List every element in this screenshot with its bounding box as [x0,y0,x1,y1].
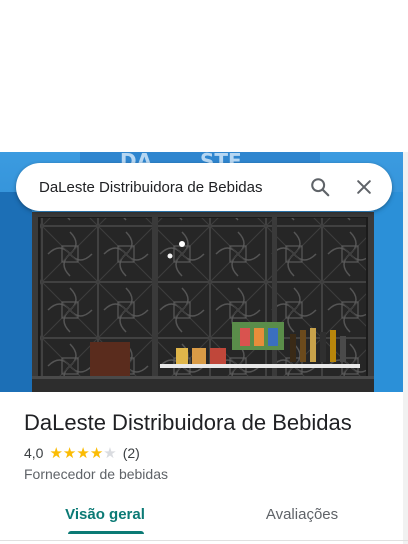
star-rating: ★ ★ ★ ★ ★ [49,446,116,461]
active-tab-indicator [68,531,144,534]
close-icon[interactable] [344,167,384,207]
tab-overview[interactable]: Visão geral [52,494,158,534]
rating-value: 4,0 [24,445,44,461]
search-input[interactable]: DaLeste Distribuidora de Bebidas [39,179,300,196]
search-bar[interactable]: DaLeste Distribuidora de Bebidas [16,163,392,211]
map-blank-area [0,0,408,152]
star-full-icon: ★ [62,444,77,462]
tab-divider [0,540,408,541]
tab-bar: Visão geral Avaliações [0,494,408,540]
star-full-icon: ★ [49,444,63,462]
review-count[interactable]: (2) [123,445,140,461]
place-category[interactable]: Fornecedor de bebidas [24,466,394,482]
star-full-icon: ★ [76,444,90,462]
place-info: DaLeste Distribuidora de Bebidas 4,0 ★ ★ ★… [24,408,394,482]
star-full-icon: ★ [89,444,104,462]
search-icon[interactable] [300,167,340,207]
scrollbar[interactable] [403,152,408,544]
star-empty-icon: ★ [103,444,117,462]
rating-row[interactable]: 4,0 ★ ★ ★ ★ ★ (2) [24,444,394,462]
place-title: DaLeste Distribuidora de Bebidas [24,410,352,435]
tab-reviews[interactable]: Avaliações [250,494,354,534]
